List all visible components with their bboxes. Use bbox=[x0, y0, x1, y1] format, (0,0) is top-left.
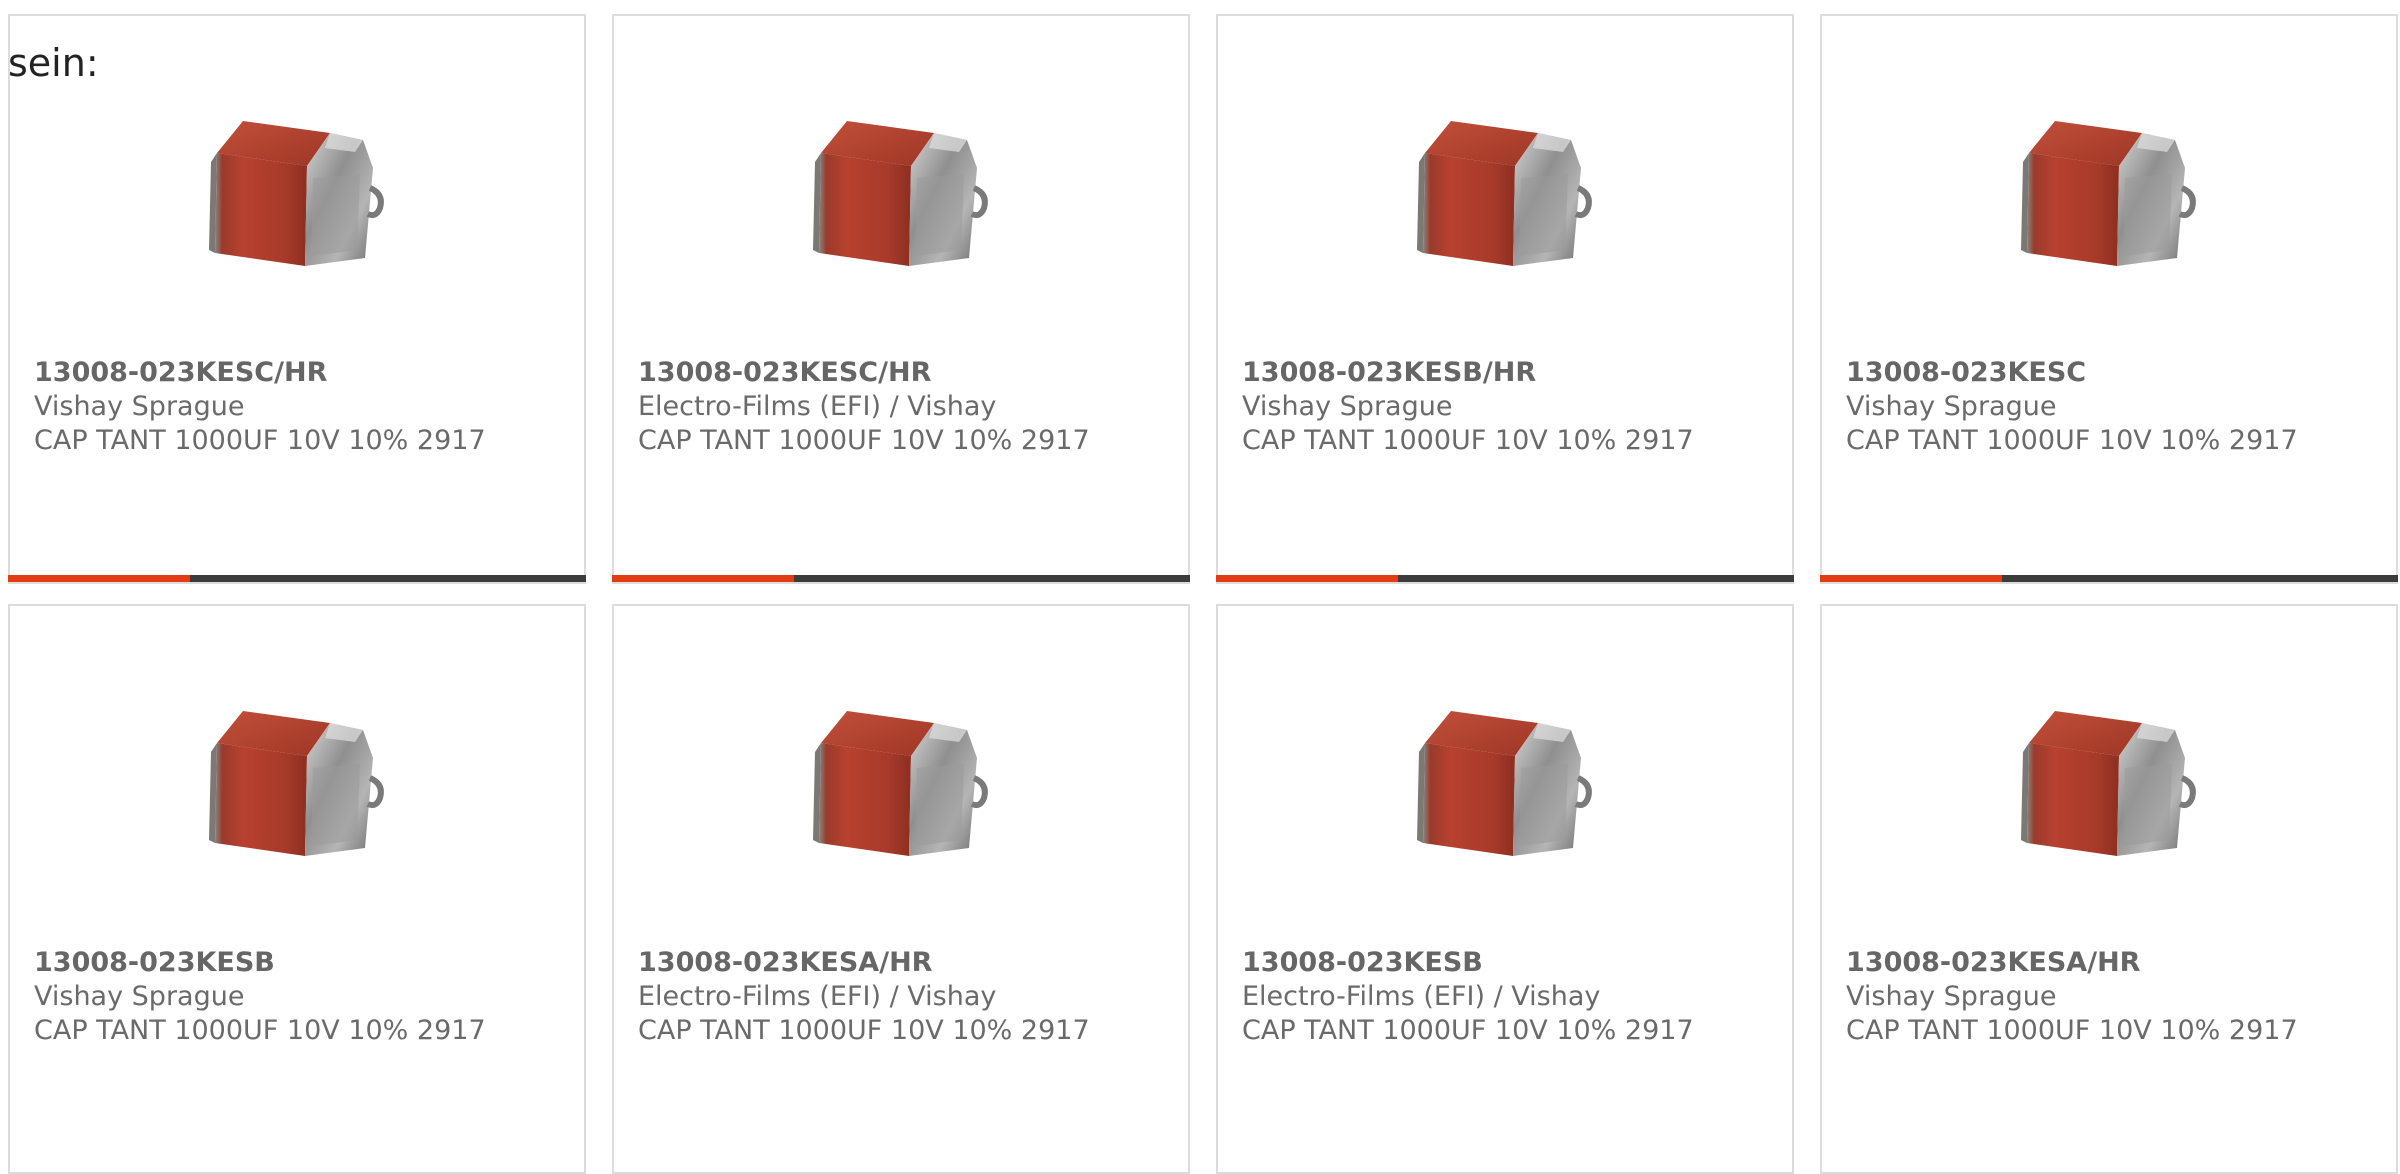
capacitor-image bbox=[799, 678, 999, 878]
product-card[interactable]: 13008-023KESA/HR Vishay Sprague CAP TANT… bbox=[1820, 604, 2398, 1174]
product-card[interactable]: 13008-023KESB/HR Vishay Sprague CAP TANT… bbox=[1216, 14, 1794, 584]
product-info: 13008-023KESB/HR Vishay Sprague CAP TANT… bbox=[1242, 356, 1782, 458]
product-info: 13008-023KESA/HR Electro-Films (EFI) / V… bbox=[638, 946, 1178, 1048]
description: CAP TANT 1000UF 10V 10% 2917 bbox=[1242, 1015, 1694, 1046]
capacitor-image bbox=[195, 678, 395, 878]
product-card[interactable]: 13008-023KESB Vishay Sprague CAP TANT 10… bbox=[8, 604, 586, 1174]
description: CAP TANT 1000UF 10V 10% 2917 bbox=[1846, 1015, 2298, 1046]
manufacturer: Vishay Sprague bbox=[1242, 391, 1453, 422]
manufacturer: Vishay Sprague bbox=[1846, 391, 2057, 422]
manufacturer: Vishay Sprague bbox=[34, 391, 245, 422]
part-number: 13008-023KESA/HR bbox=[1846, 947, 2141, 978]
capacitor-image bbox=[1403, 678, 1603, 878]
product-info: 13008-023KESA/HR Vishay Sprague CAP TANT… bbox=[1846, 946, 2386, 1048]
product-card[interactable]: 13008-023KESC/HR Electro-Films (EFI) / V… bbox=[612, 14, 1190, 584]
capacitor-image bbox=[1403, 88, 1603, 288]
product-info: 13008-023KESC Vishay Sprague CAP TANT 10… bbox=[1846, 356, 2386, 458]
part-number: 13008-023KESB bbox=[1242, 947, 1483, 978]
description: CAP TANT 1000UF 10V 10% 2917 bbox=[1242, 425, 1694, 456]
capacitor-image bbox=[2007, 88, 2207, 288]
product-card[interactable]: 13008-023KESC Vishay Sprague CAP TANT 10… bbox=[1820, 14, 2398, 584]
intro-text: sein: bbox=[8, 41, 99, 85]
part-number: 13008-023KESC/HR bbox=[638, 357, 932, 388]
part-number: 13008-023KESC bbox=[1846, 357, 2087, 388]
part-number: 13008-023KESB/HR bbox=[1242, 357, 1537, 388]
manufacturer: Electro-Films (EFI) / Vishay bbox=[1242, 981, 1601, 1012]
part-number: 13008-023KESC/HR bbox=[34, 357, 328, 388]
product-info: 13008-023KESC/HR Vishay Sprague CAP TANT… bbox=[34, 356, 574, 458]
product-card[interactable]: 13008-023KESB Electro-Films (EFI) / Vish… bbox=[1216, 604, 1794, 1174]
manufacturer: Vishay Sprague bbox=[34, 981, 245, 1012]
part-number: 13008-023KESA/HR bbox=[638, 947, 933, 978]
product-grid: 13008-023KESC/HR Vishay Sprague CAP TANT… bbox=[8, 14, 2398, 1174]
product-info: 13008-023KESB Vishay Sprague CAP TANT 10… bbox=[34, 946, 574, 1048]
capacitor-image bbox=[799, 88, 999, 288]
manufacturer: Electro-Films (EFI) / Vishay bbox=[638, 981, 997, 1012]
product-card[interactable]: 13008-023KESC/HR Vishay Sprague CAP TANT… bbox=[8, 14, 586, 584]
card-bottom-bar bbox=[1216, 575, 1794, 582]
capacitor-image bbox=[2007, 678, 2207, 878]
description: CAP TANT 1000UF 10V 10% 2917 bbox=[638, 425, 1090, 456]
manufacturer: Electro-Films (EFI) / Vishay bbox=[638, 391, 997, 422]
description: CAP TANT 1000UF 10V 10% 2917 bbox=[1846, 425, 2298, 456]
capacitor-image bbox=[195, 88, 395, 288]
card-bottom-bar bbox=[1820, 575, 2398, 582]
part-number: 13008-023KESB bbox=[34, 947, 275, 978]
card-bottom-bar bbox=[8, 575, 586, 582]
card-bottom-bar bbox=[612, 575, 1190, 582]
description: CAP TANT 1000UF 10V 10% 2917 bbox=[638, 1015, 1090, 1046]
product-info: 13008-023KESC/HR Electro-Films (EFI) / V… bbox=[638, 356, 1178, 458]
description: CAP TANT 1000UF 10V 10% 2917 bbox=[34, 425, 486, 456]
manufacturer: Vishay Sprague bbox=[1846, 981, 2057, 1012]
description: CAP TANT 1000UF 10V 10% 2917 bbox=[34, 1015, 486, 1046]
product-card[interactable]: 13008-023KESA/HR Electro-Films (EFI) / V… bbox=[612, 604, 1190, 1174]
product-info: 13008-023KESB Electro-Films (EFI) / Vish… bbox=[1242, 946, 1782, 1048]
